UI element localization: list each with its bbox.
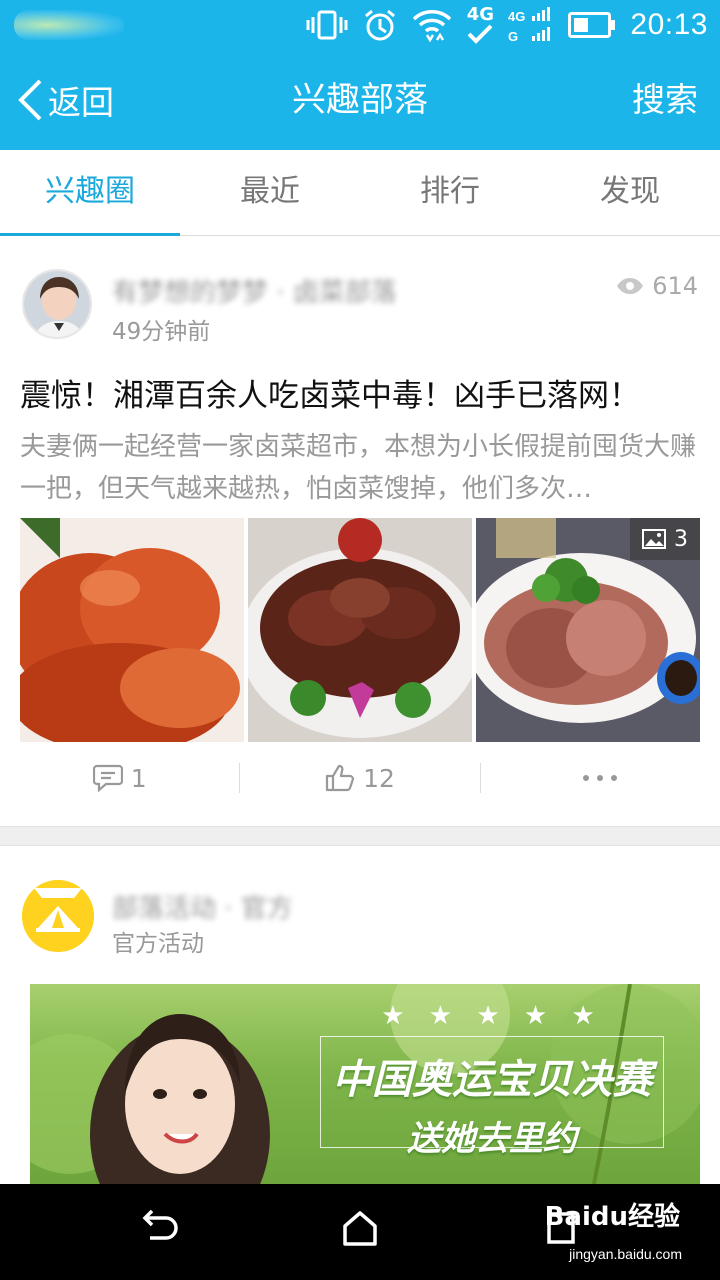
image-gallery: 3: [20, 518, 700, 742]
author-name[interactable]: 有梦想的梦梦 · 卤菜部落: [112, 272, 472, 304]
post-card[interactable]: 有梦想的梦梦 · 卤菜部落 49分钟前 614 震惊！湘潭百余人吃卤菜中毒！凶手…: [0, 236, 720, 826]
eye-icon: [617, 278, 644, 294]
image-icon: [642, 529, 666, 549]
wifi-icon: [413, 10, 452, 43]
image-count-badge: 3: [630, 518, 700, 560]
tab-interest-circle[interactable]: 兴趣圈: [0, 150, 180, 237]
status-bar: 4G 4G G 20:13: [0, 0, 720, 50]
like-button[interactable]: 12: [240, 764, 479, 793]
system-nav-bar: Baidu经验 jingyan.baidu.com: [0, 1184, 720, 1280]
notification-icon: [14, 10, 124, 40]
avatar[interactable]: [22, 269, 92, 339]
view-count-value: 614: [652, 272, 698, 300]
post-actions: 1 12: [0, 750, 720, 806]
alarm-icon: [365, 9, 396, 41]
view-count: 614: [616, 272, 698, 300]
author-name[interactable]: 部落活动 · 官方: [112, 888, 352, 920]
vibrate-icon: [306, 10, 348, 40]
more-dots-icon: [583, 775, 618, 781]
banner-text-box: ★ ★ ★ ★ ★ 中国奥运宝贝决赛 送她去里约: [320, 1001, 664, 1159]
post-card[interactable]: 部落活动 · 官方 官方活动 ★ ★ ★ ★ ★ 中国奥运宝贝决赛 送她去里约: [0, 846, 720, 1184]
thumbs-up-icon: [325, 764, 355, 792]
activity-banner[interactable]: ★ ★ ★ ★ ★ 中国奥运宝贝决赛 送她去里约: [30, 984, 700, 1184]
comment-icon: [92, 764, 123, 792]
tab-recent[interactable]: 最近: [180, 150, 360, 236]
feed-divider: [0, 826, 720, 846]
tab-ranking[interactable]: 排行: [360, 150, 540, 236]
post-image[interactable]: [248, 518, 472, 742]
post-image[interactable]: [20, 518, 244, 742]
avatar[interactable]: [22, 880, 94, 952]
page-title: 兴趣部落: [292, 80, 428, 120]
tab-discover[interactable]: 发现: [540, 150, 720, 236]
baidu-logo: Baidu经验: [544, 1202, 680, 1232]
post-summary[interactable]: 夫妻俩一起经营一家卤菜超市，本想为小长假提前囤货大赚一把，但天气越来越热，怕卤菜…: [20, 426, 700, 510]
comment-button[interactable]: 1: [0, 764, 239, 793]
like-count: 12: [363, 763, 395, 793]
svg-text:4G: 4G: [508, 9, 525, 24]
image-count: 3: [674, 526, 688, 552]
post-title[interactable]: 震惊！湘潭百余人吃卤菜中毒！凶手已落网！: [20, 370, 700, 415]
post-time: 49分钟前: [112, 319, 211, 345]
star-icon: ★ ★ ★ ★ ★: [381, 1001, 603, 1031]
status-icons: 4G 4G G 20:13: [306, 0, 708, 50]
watermark-url: jingyan.baidu.com: [569, 1246, 682, 1262]
signal-icon: 4G G: [508, 7, 551, 43]
post-tag: 官方活动: [112, 931, 204, 957]
home-nav-icon[interactable]: [342, 1208, 378, 1248]
comment-count: 1: [130, 763, 147, 793]
svg-text:G: G: [508, 29, 518, 43]
banner-title: 中国奥运宝贝决赛: [332, 1057, 652, 1103]
banner-subtitle: 送她去里约: [407, 1119, 577, 1159]
battery-icon: [568, 12, 616, 38]
4g-icon: 4G: [466, 6, 494, 44]
network-label: 4G: [466, 4, 495, 25]
back-nav-icon[interactable]: [140, 1208, 180, 1248]
tab-bar: 兴趣圈 最近 排行 发现: [0, 150, 720, 237]
app-header: 返回 兴趣部落 搜索: [0, 50, 720, 150]
more-button[interactable]: [481, 774, 720, 782]
clock: 20:13: [630, 8, 708, 41]
search-button[interactable]: 搜索: [632, 50, 698, 150]
post-image[interactable]: 3: [476, 518, 700, 742]
